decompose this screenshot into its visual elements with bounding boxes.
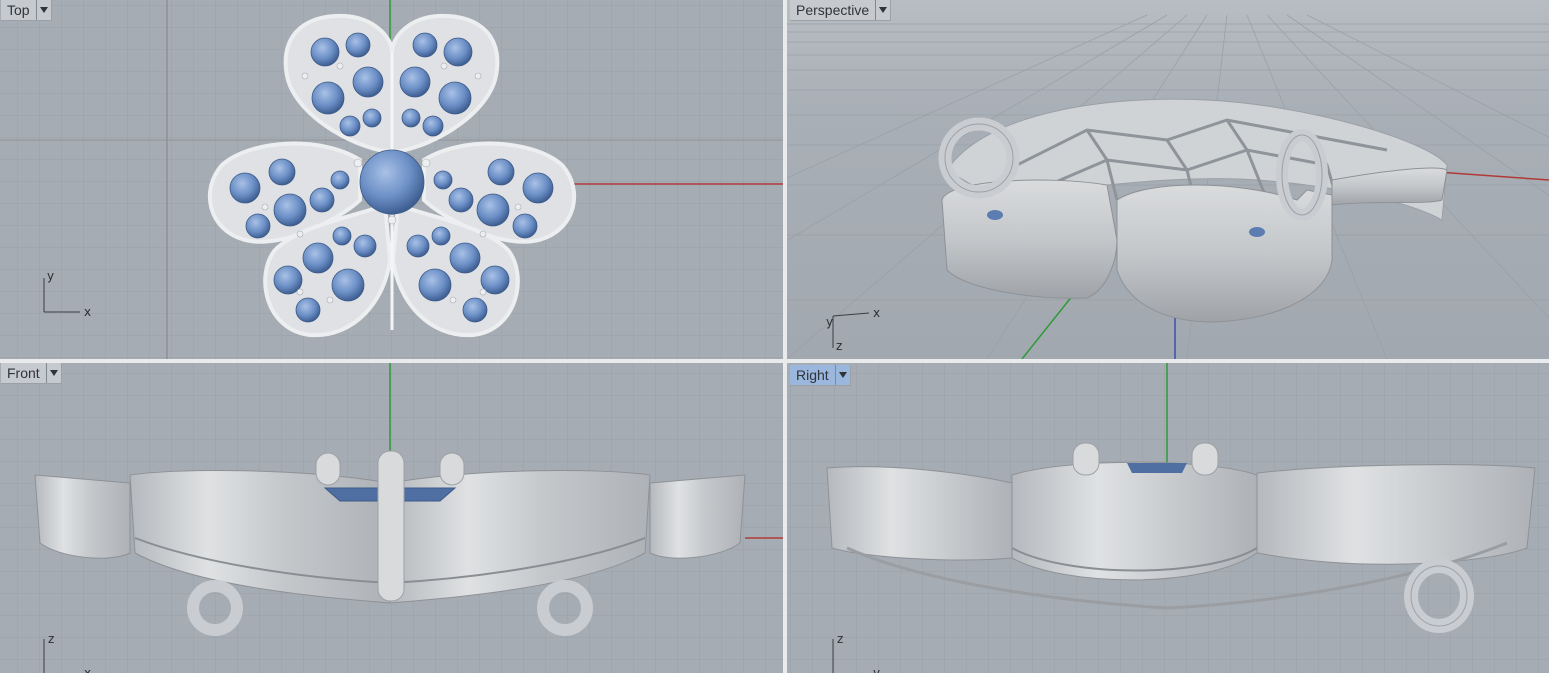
axis-triad-front: z x — [43, 632, 91, 673]
axis-triad-right: z y — [832, 632, 880, 673]
viewport-label-right[interactable]: Right — [790, 365, 851, 386]
axis-label-z: z — [836, 339, 842, 353]
viewport-label-top[interactable]: Top — [1, 0, 52, 21]
viewport-title: Right — [796, 367, 829, 383]
viewport-title: Top — [7, 2, 30, 18]
viewport-title: Perspective — [796, 2, 870, 18]
axis-triad-perspective: y x z — [826, 306, 880, 353]
viewport-title: Front — [7, 365, 40, 381]
axis-label-y: y — [873, 666, 880, 673]
front-view-scene[interactable] — [0, 363, 783, 673]
axis-label-x: x — [84, 305, 91, 318]
top-view-scene[interactable] — [0, 0, 783, 359]
chevron-down-icon[interactable] — [45, 363, 61, 383]
chevron-down-icon[interactable] — [875, 0, 890, 20]
axis-label-x: x — [84, 666, 91, 673]
axis-label-z: z — [837, 632, 843, 646]
perspective-view-scene[interactable] — [787, 0, 1549, 359]
axis-label-y: y — [826, 315, 833, 329]
chevron-down-icon[interactable] — [834, 365, 850, 385]
axis-label-y: y — [47, 269, 54, 283]
viewport-splitter-horizontal[interactable] — [0, 359, 1549, 363]
viewport-right[interactable]: z y Right — [787, 363, 1549, 673]
viewport-perspective[interactable]: y x z Perspective — [787, 0, 1549, 359]
viewport-label-perspective[interactable]: Perspective — [790, 0, 892, 21]
chevron-down-icon[interactable] — [35, 0, 51, 20]
axis-label-z: z — [48, 632, 54, 646]
viewport-front[interactable]: z x Front — [0, 363, 783, 673]
axis-triad-top: y x — [43, 269, 91, 318]
axis-label-x: x — [873, 306, 880, 320]
right-view-scene[interactable] — [787, 363, 1549, 673]
viewport-top[interactable]: y x Top — [0, 0, 783, 359]
viewport-label-front[interactable]: Front — [1, 363, 62, 384]
viewport-splitter-vertical[interactable] — [783, 0, 787, 673]
